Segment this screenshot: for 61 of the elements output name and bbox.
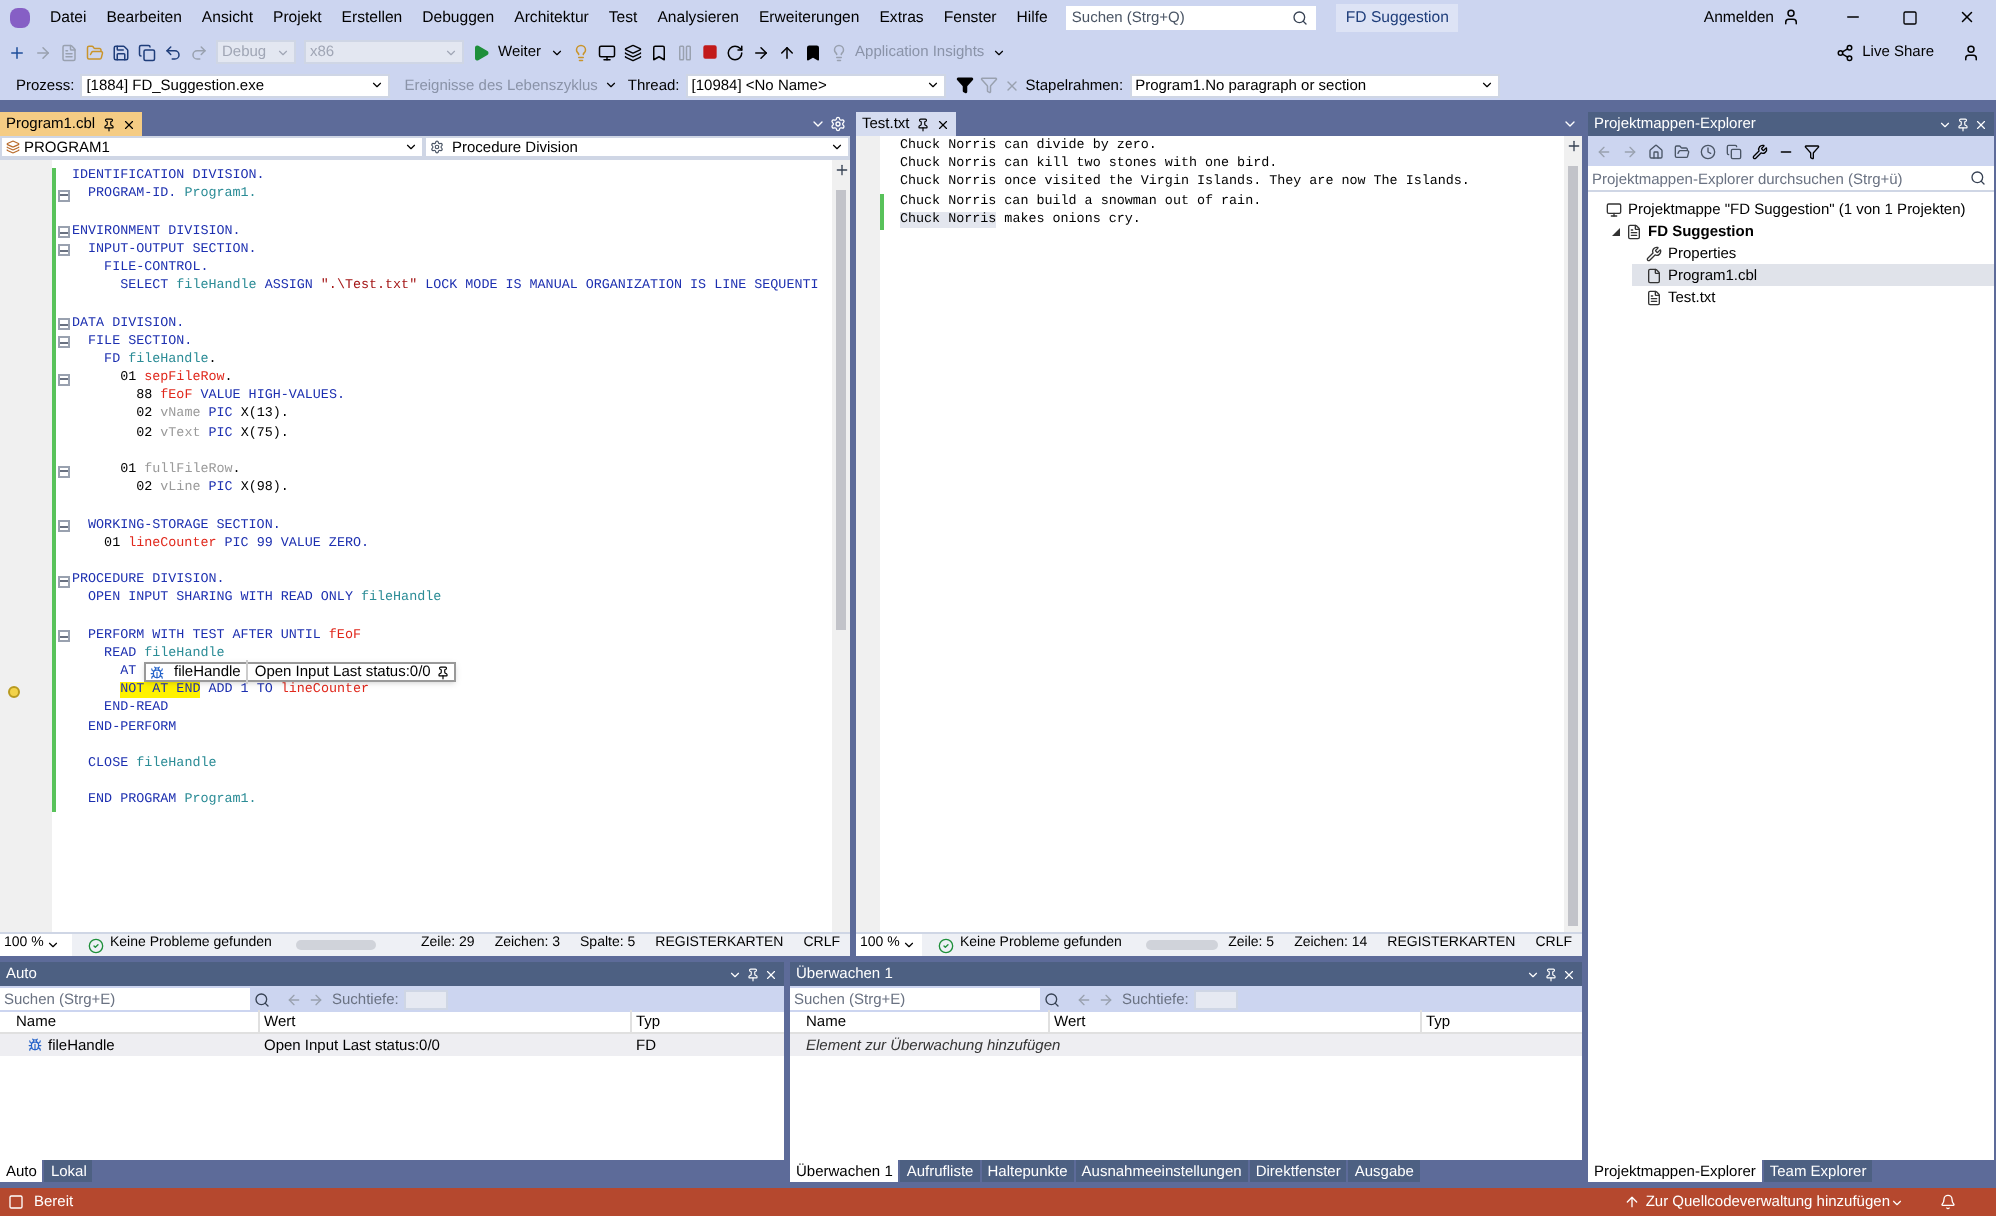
home-icon[interactable]: [1648, 143, 1664, 159]
dropdown-icon[interactable]: [728, 967, 742, 981]
play-icon[interactable]: [472, 43, 490, 61]
dropdown-icon[interactable]: [1562, 116, 1578, 132]
dropdown-icon[interactable]: [1526, 967, 1540, 981]
search-icon[interactable]: [254, 991, 270, 1007]
pin-icon[interactable]: [101, 117, 116, 131]
split-icon[interactable]: [1565, 138, 1581, 154]
app-logo-icon: [10, 7, 30, 27]
user-icon[interactable]: [1782, 8, 1800, 26]
gear-icon: [430, 140, 444, 154]
window-icon: [8, 1194, 24, 1210]
collapse-icon[interactable]: [58, 630, 70, 643]
search-icon[interactable]: [1044, 991, 1060, 1007]
bookmark-icon[interactable]: [803, 43, 822, 61]
vertical-scrollbar[interactable]: [832, 160, 850, 932]
bell-icon[interactable]: [1940, 1194, 1956, 1210]
step-icon[interactable]: [751, 43, 770, 61]
horizontal-scrollbar[interactable]: [1145, 940, 1219, 950]
folder-icon[interactable]: [1674, 143, 1690, 159]
close-icon[interactable]: [1958, 8, 1976, 26]
search-icon[interactable]: [1970, 170, 1986, 186]
screen-icon[interactable]: [597, 43, 616, 61]
arrow-up-icon[interactable]: [1623, 1194, 1640, 1210]
close-icon[interactable]: [935, 117, 950, 131]
split-icon[interactable]: [833, 162, 849, 178]
collapse-icon[interactable]: [58, 520, 70, 533]
maximize-icon[interactable]: [1902, 9, 1918, 25]
undo-icon[interactable]: [164, 43, 182, 61]
expanded-arrow-icon[interactable]: [1612, 227, 1620, 235]
stop-icon[interactable]: [701, 44, 718, 60]
layers-icon[interactable]: [623, 43, 642, 61]
layers-icon: [6, 140, 20, 154]
save-icon[interactable]: [112, 43, 130, 61]
dropdown-icon[interactable]: [1938, 117, 1952, 131]
filter-icon[interactable]: [1804, 143, 1820, 159]
clock-icon[interactable]: [1700, 143, 1716, 159]
user-icon[interactable]: [1962, 43, 1980, 61]
text-icon: [1646, 289, 1662, 305]
dropdown-icon[interactable]: [810, 116, 826, 132]
share-icon[interactable]: [1836, 43, 1855, 61]
check-icon: [88, 937, 104, 953]
bookmark-icon[interactable]: [649, 43, 668, 61]
restart-icon[interactable]: [725, 43, 744, 61]
step-out-icon[interactable]: [777, 43, 796, 61]
properties-icon: [1646, 245, 1662, 261]
copy-icon[interactable]: [1726, 143, 1742, 159]
collapse-icon[interactable]: [58, 373, 70, 386]
vertical-scrollbar[interactable]: [1564, 136, 1582, 932]
new-icon[interactable]: [8, 43, 26, 61]
horizontal-scrollbar[interactable]: [295, 940, 376, 950]
settings-icon[interactable]: [830, 116, 846, 132]
check-icon: [937, 937, 954, 953]
close-icon[interactable]: [121, 117, 136, 131]
filter-icon[interactable]: [955, 76, 974, 94]
pin-icon[interactable]: [436, 665, 451, 679]
collapse-icon[interactable]: [58, 575, 70, 588]
collapse-icon[interactable]: [58, 189, 70, 202]
collapse-icon[interactable]: [58, 465, 70, 478]
wrench-icon[interactable]: [1752, 143, 1768, 159]
pin-icon[interactable]: [915, 117, 930, 131]
